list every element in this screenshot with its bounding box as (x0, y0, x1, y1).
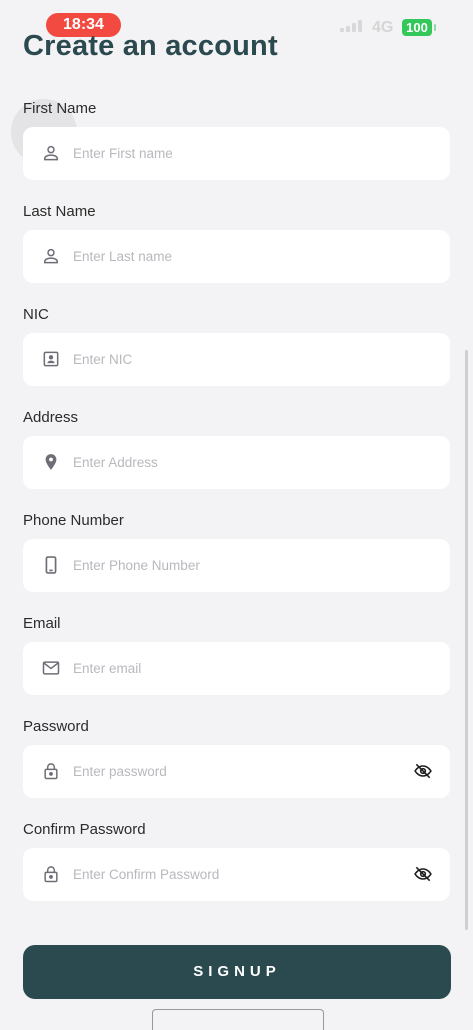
location-pin-icon (41, 452, 61, 472)
eye-off-icon[interactable] (413, 761, 433, 781)
first-name-field: First Name (23, 100, 450, 190)
last-name-input-box[interactable] (23, 230, 450, 283)
password-field: Password (23, 718, 450, 808)
password-input-box[interactable] (23, 745, 450, 798)
first-name-label: First Name (23, 100, 97, 117)
password-label: Password (23, 718, 89, 735)
last-name-label: Last Name (23, 203, 96, 220)
nic-label: NIC (23, 306, 49, 323)
email-input[interactable] (73, 642, 403, 695)
lock-icon (41, 864, 61, 884)
first-name-input[interactable] (73, 127, 403, 180)
phone-input[interactable] (73, 539, 403, 592)
signup-button[interactable]: SIGNUP (23, 945, 451, 999)
email-label: Email (23, 615, 61, 632)
nic-input-box[interactable] (23, 333, 450, 386)
confirm-password-input-box[interactable] (23, 848, 450, 901)
password-input[interactable] (73, 745, 403, 798)
email-field: Email (23, 615, 450, 705)
network-type: 4G (372, 19, 394, 36)
last-name-input[interactable] (73, 230, 403, 283)
signal-icon (340, 20, 362, 32)
address-input-box[interactable] (23, 436, 450, 489)
address-field: Address (23, 409, 450, 499)
first-name-input-box[interactable] (23, 127, 450, 180)
mail-icon (41, 658, 61, 678)
phone-input-box[interactable] (23, 539, 450, 592)
address-label: Address (23, 409, 79, 426)
nic-input[interactable] (73, 333, 403, 386)
phone-field: Phone Number (23, 512, 450, 602)
address-input[interactable] (73, 436, 403, 489)
bottom-panel-edge (152, 1009, 324, 1030)
scrollbar[interactable] (465, 350, 468, 930)
nic-field: NIC (23, 306, 450, 396)
id-card-icon (41, 349, 61, 369)
confirm-password-field: Confirm Password (23, 821, 450, 911)
phone-label: Phone Number (23, 512, 124, 529)
battery-icon: 100 (402, 19, 436, 36)
lock-icon (41, 761, 61, 781)
last-name-field: Last Name (23, 203, 450, 293)
confirm-password-label: Confirm Password (23, 821, 146, 838)
phone-icon (41, 555, 61, 575)
eye-off-icon[interactable] (413, 864, 433, 884)
person-icon (41, 143, 61, 163)
confirm-password-input[interactable] (73, 848, 403, 901)
page-title: Create an account (23, 30, 278, 62)
person-icon (41, 246, 61, 266)
email-input-box[interactable] (23, 642, 450, 695)
